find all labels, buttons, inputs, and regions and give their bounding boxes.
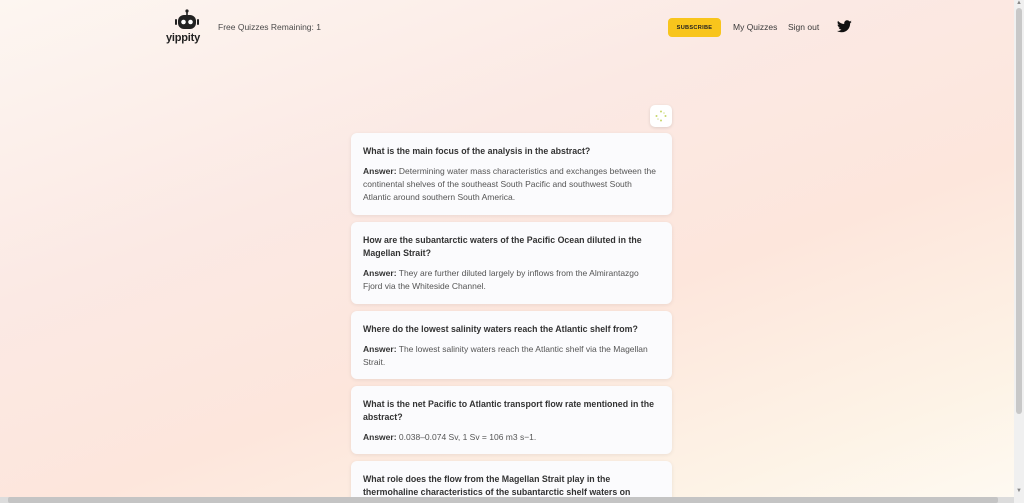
quiz-question: What is the net Pacific to Atlantic tran…	[363, 399, 654, 422]
quiz-card[interactable]: What role does the flow from the Magella…	[351, 461, 672, 497]
quiz-card[interactable]: What is the main focus of the analysis i…	[351, 133, 672, 215]
vertical-scrollbar-thumb[interactable]	[1016, 8, 1022, 414]
quiz-card[interactable]: How are the subantarctic waters of the P…	[351, 222, 672, 304]
answer-label: Answer:	[363, 344, 397, 354]
answer-label: Answer:	[363, 432, 397, 442]
quiz-question: What is the main focus of the analysis i…	[363, 146, 591, 156]
quiz-question: How are the subantarctic waters of the P…	[363, 235, 642, 258]
quiz-answer: Answer: Determining water mass character…	[363, 165, 660, 204]
free-quizzes-remaining: Free Quizzes Remaining: 1	[218, 22, 321, 32]
sparkle-dots-icon	[655, 110, 667, 122]
page: yippity Free Quizzes Remaining: 1 SUBSCR…	[0, 0, 1014, 497]
answer-text: Determining water mass characteristics a…	[363, 166, 656, 202]
logo-text[interactable]: yippity	[166, 32, 200, 44]
expand-button[interactable]	[650, 105, 672, 127]
header: yippity Free Quizzes Remaining: 1 SUBSCR…	[0, 0, 1014, 56]
quiz-card[interactable]: What is the net Pacific to Atlantic tran…	[351, 386, 672, 454]
quiz-answer: Answer: They are further diluted largely…	[363, 267, 660, 293]
sign-out-link[interactable]: Sign out	[788, 22, 819, 32]
answer-label: Answer:	[363, 268, 397, 278]
quiz-answer: Answer: The lowest salinity waters reach…	[363, 343, 660, 369]
quiz-answer: Answer: 0.038–0.074 Sv, 1 Sv = 106 m3 s−…	[363, 431, 660, 444]
my-quizzes-link[interactable]: My Quizzes	[733, 22, 777, 32]
subscribe-button[interactable]: SUBSCRIBE	[668, 18, 721, 37]
twitter-icon[interactable]	[837, 20, 852, 33]
scroll-up-arrow-icon[interactable]: ▲	[1016, 0, 1022, 6]
answer-label: Answer:	[363, 166, 397, 176]
quiz-question: Where do the lowest salinity waters reac…	[363, 324, 638, 334]
scroll-down-arrow-icon[interactable]: ▼	[1016, 488, 1022, 494]
quiz-card-list: What is the main focus of the analysis i…	[351, 133, 672, 497]
answer-text: 0.038–0.074 Sv, 1 Sv = 106 m3 s−1.	[398, 432, 537, 442]
quiz-card[interactable]: Where do the lowest salinity waters reac…	[351, 311, 672, 379]
answer-text: The lowest salinity waters reach the Atl…	[363, 344, 648, 367]
quiz-question: What role does the flow from the Magella…	[363, 474, 631, 497]
horizontal-scrollbar-thumb[interactable]	[8, 497, 998, 503]
answer-text: They are further diluted largely by infl…	[363, 268, 639, 291]
